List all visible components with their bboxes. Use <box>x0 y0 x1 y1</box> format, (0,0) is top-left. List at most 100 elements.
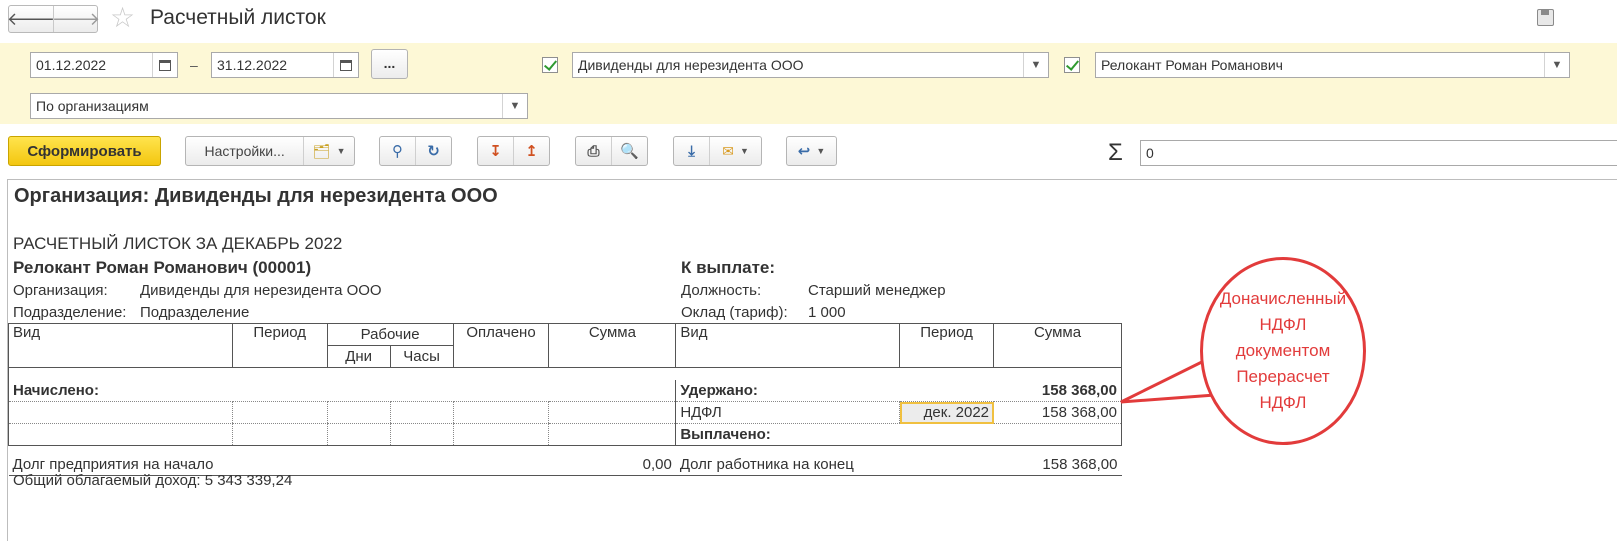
search-group: ⚲ ↻ <box>379 136 452 166</box>
chevron-down-icon[interactable]: ▼ <box>502 94 527 118</box>
search-next-icon: ↻ <box>427 143 440 160</box>
variants-button[interactable]: 🗂 ▼ <box>303 137 354 165</box>
save-button[interactable]: ⤓ <box>674 137 709 165</box>
accrued-label: Начислено: <box>8 379 233 402</box>
filter-panel: 01.12.2022 – 31.12.2022 Дивиденды для не… <box>0 43 1617 124</box>
sigma-icon: Σ <box>1108 139 1123 166</box>
return-arrow-icon: ↩ <box>797 143 811 160</box>
nav-buttons: 🡐 🡒 <box>6 5 101 33</box>
date-to-value: 31.12.2022 <box>217 57 288 73</box>
print-button[interactable]: ⎙ <box>576 137 611 165</box>
star-icon[interactable]: ☆ <box>110 3 135 33</box>
download-icon: ⤓ <box>688 142 695 160</box>
forward-button[interactable]: 🡒 <box>51 6 101 32</box>
salary-label: Оклад (тариф): <box>681 304 788 321</box>
settings-button[interactable]: Настройки... <box>186 137 303 165</box>
paid-out-label: Выплачено: <box>675 423 900 446</box>
callout-line-1: Доначисленный <box>1219 289 1347 308</box>
header-hours: Часы <box>389 345 454 368</box>
organization-select[interactable]: Дивиденды для нерезидента ООО ▼ <box>572 52 1049 78</box>
date-to-field[interactable]: 31.12.2022 <box>211 52 359 78</box>
header-sum-right: Сумма <box>993 323 1122 368</box>
callout-line-2: НДФЛ <box>1259 315 1307 334</box>
arrow-right-icon: 🡒 <box>51 8 101 29</box>
grouping-select[interactable]: По организациям ▼ <box>30 93 528 119</box>
date-from-field[interactable]: 01.12.2022 <box>30 52 178 78</box>
expand-list-icon: ↧ <box>489 143 502 160</box>
table-header-row: Вид Период Рабочие Оплачено Сумма Вид Пе… <box>8 323 1122 368</box>
search-button[interactable]: ⚲ <box>380 137 415 165</box>
back-button[interactable]: 🡐 <box>6 6 56 32</box>
search-next-button[interactable]: ↻ <box>415 137 451 165</box>
org-value: Дивиденды для нерезидента ООО <box>140 282 382 299</box>
save-icon[interactable] <box>1537 9 1554 26</box>
ndfl-period[interactable]: дек. 2022 <box>899 401 994 424</box>
grouping-value: По организациям <box>36 98 149 114</box>
calendar-button[interactable] <box>333 53 358 77</box>
callout-bubble: Доначисленный НДФЛ документом Перерасчет… <box>1200 257 1366 445</box>
withheld-label: Удержано: <box>675 379 900 402</box>
header-days: Дни <box>326 345 391 368</box>
position-label: Должность: <box>681 282 762 299</box>
calendar-icon <box>340 59 352 71</box>
callout-line-5: НДФЛ <box>1259 393 1307 412</box>
arrow-left-icon: 🡐 <box>6 8 56 29</box>
debt-end-label: Долг работника на конец <box>675 453 994 476</box>
ndfl-label: НДФЛ <box>675 401 900 424</box>
chevron-down-icon[interactable]: ▼ <box>1023 53 1048 77</box>
header-paid: Оплачено <box>452 323 550 368</box>
header-work: Рабочие <box>326 323 454 346</box>
header-period: Период <box>231 323 328 368</box>
collapse-groups-button[interactable]: ↥ <box>513 137 549 165</box>
table-spacer-row <box>8 367 1122 380</box>
table-row: Выплачено: <box>8 423 1122 446</box>
employee-select[interactable]: Релокант Роман Романович ▼ <box>1095 52 1570 78</box>
calendar-icon <box>159 59 171 71</box>
date-from-value: 01.12.2022 <box>36 57 107 73</box>
withheld-total: 158 368,00 <box>993 379 1122 402</box>
header-sum: Сумма <box>548 323 677 368</box>
calendar-button[interactable] <box>152 53 177 77</box>
debt-end-value: 158 368,00 <box>993 453 1122 476</box>
taxable-income: Общий облагаемый доход: 5 343 339,24 <box>13 472 293 489</box>
dept-label: Подразделение: <box>13 304 127 321</box>
more-actions-button[interactable]: ↩ ▼ <box>786 136 837 166</box>
organization-value: Дивиденды для нерезидента ООО <box>578 57 804 73</box>
callout-line-4: Перерасчет <box>1236 367 1330 386</box>
expand-groups-button[interactable]: ↧ <box>478 137 513 165</box>
settings-group: Настройки... 🗂 ▼ <box>185 136 355 166</box>
header-period-right: Период <box>899 323 995 368</box>
employee-value: Релокант Роман Романович <box>1101 57 1283 73</box>
chevron-down-icon[interactable]: ▼ <box>1544 53 1569 77</box>
search-icon: ⚲ <box>392 143 403 160</box>
org-label: Организация: <box>13 282 108 299</box>
table-row: Начислено: Удержано: 158 368,00 <box>8 379 1122 402</box>
envelope-icon: ✉ <box>722 142 734 159</box>
debt-start-value: 0,00 <box>548 453 676 476</box>
preview-icon: 🔍 <box>620 143 639 160</box>
generate-button[interactable]: Сформировать <box>8 136 161 166</box>
employee-line: Релокант Роман Романович (00001) <box>13 258 312 277</box>
sum-field[interactable]: 0 <box>1140 140 1617 166</box>
printer-icon: ⎙ <box>587 142 600 160</box>
preview-button[interactable]: 🔍 <box>611 137 647 165</box>
to-pay-label: К выплате: <box>681 258 776 277</box>
table-row: НДФЛ дек. 2022 158 368,00 <box>8 401 1122 424</box>
page-title: Расчетный листок <box>150 6 326 29</box>
ndfl-sum: 158 368,00 <box>993 401 1122 424</box>
collapse-list-icon: ↥ <box>525 143 538 160</box>
callout-text: Доначисленный НДФЛ документом Перерасчет… <box>1220 286 1346 416</box>
email-button[interactable]: ✉ ▼ <box>709 137 761 165</box>
report-org-title: Организация: Дивиденды для нерезидента О… <box>14 185 498 207</box>
print-group: ⎙ 🔍 <box>575 136 648 166</box>
organization-checkbox[interactable] <box>542 57 558 73</box>
period-select-button[interactable]: ... <box>371 49 408 79</box>
position-value: Старший менеджер <box>808 282 946 299</box>
callout-line-3: документом <box>1235 341 1331 360</box>
report-heading: РАСЧЕТНЫЙ ЛИСТОК ЗА ДЕКАБРЬ 2022 <box>13 234 343 253</box>
export-group: ⤓ ✉ ▼ <box>673 136 762 166</box>
folder-icon: 🗂 <box>312 142 331 159</box>
salary-value: 1 000 <box>808 304 846 321</box>
groups-group: ↧ ↥ <box>477 136 550 166</box>
employee-checkbox[interactable] <box>1064 57 1080 73</box>
